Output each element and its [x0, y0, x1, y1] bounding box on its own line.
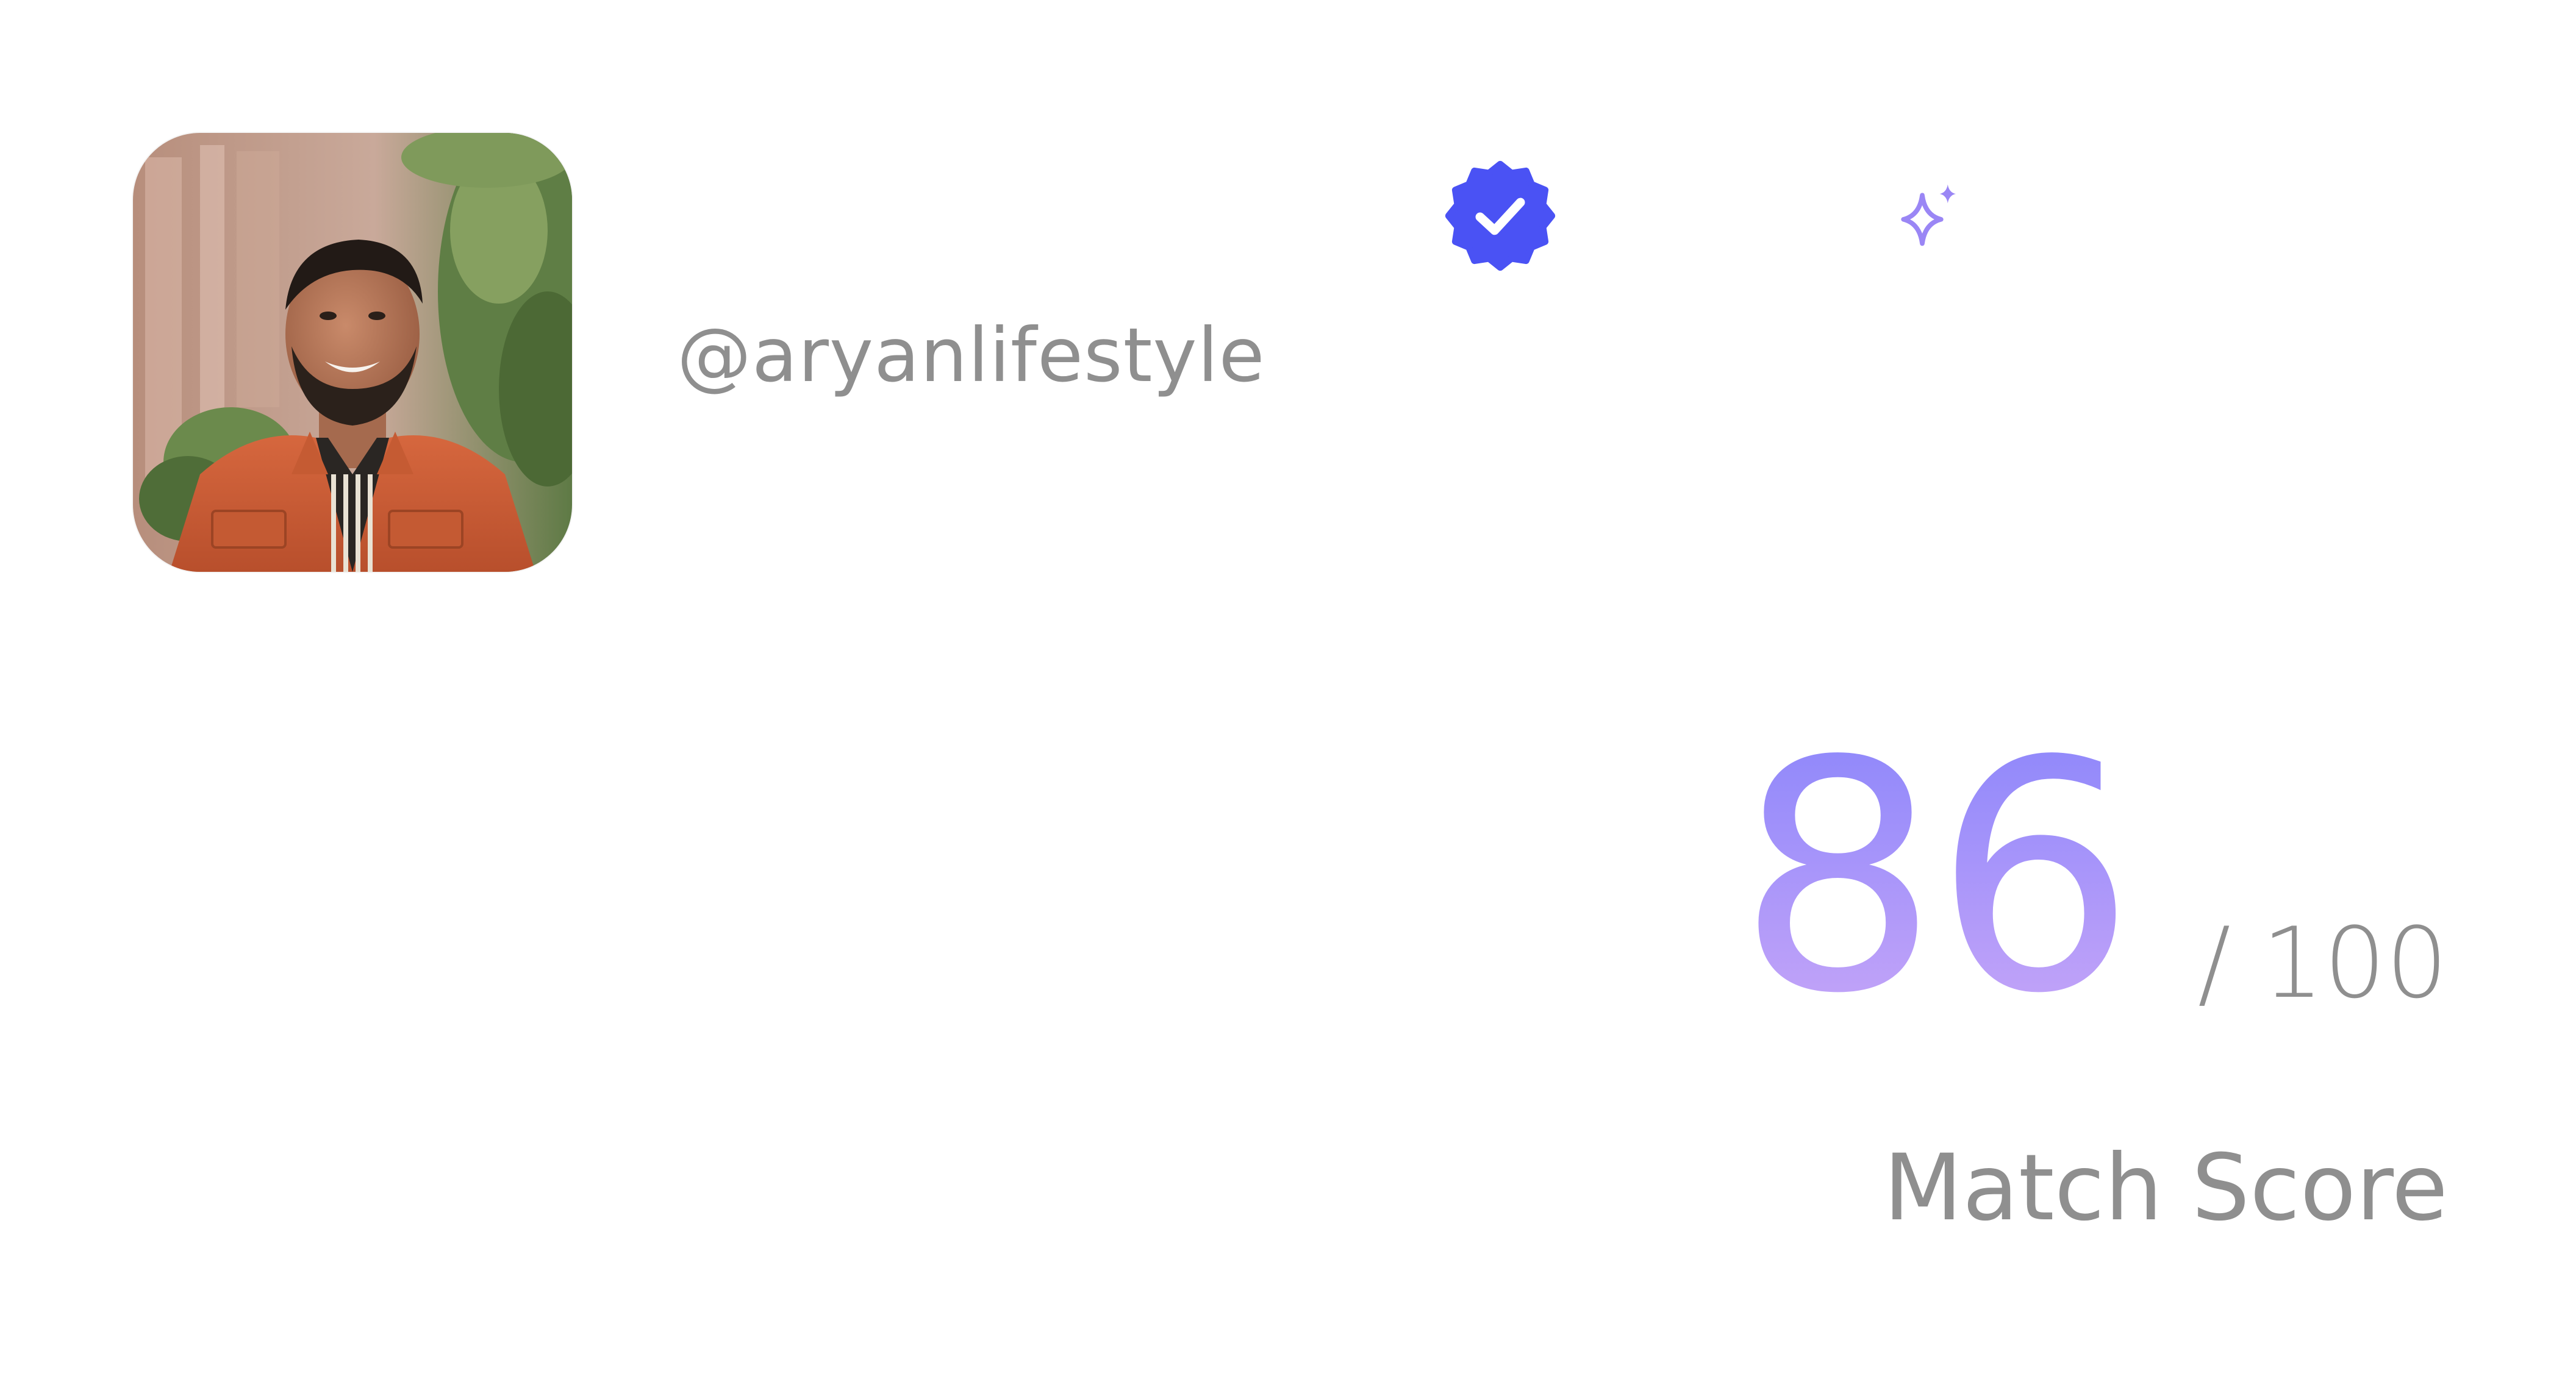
avatar-image [133, 133, 572, 572]
sparkle-icon [1895, 180, 1962, 248]
match-score-max: / 100 [2197, 906, 2448, 1020]
verified-badge-icon [1444, 160, 1556, 272]
match-score-value: 86 [1737, 693, 2136, 1063]
profile-handle: @aryanlifestyle [677, 312, 1265, 399]
match-score: 86 / 100 [1737, 719, 2448, 1036]
avatar [133, 133, 572, 572]
match-score-label: Match Score [1883, 1135, 2449, 1241]
